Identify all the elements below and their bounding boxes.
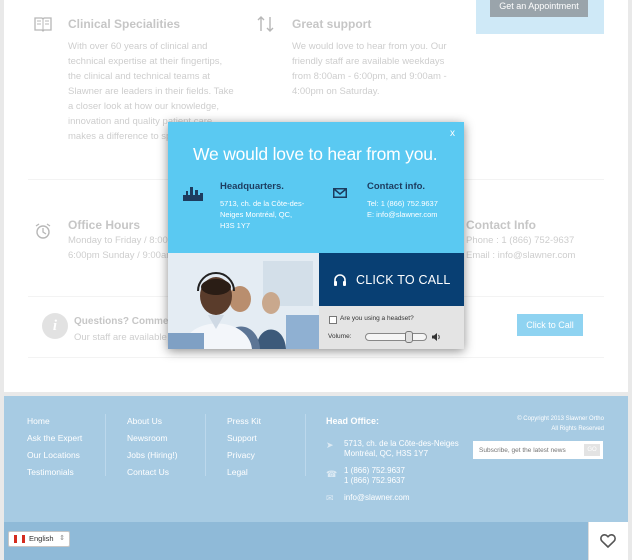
hq-address-line: Neiges Montréal, QC, bbox=[220, 210, 293, 219]
page-click-to-call-button[interactable]: Click to Call bbox=[517, 314, 583, 336]
office-email[interactable]: info@slawner.com bbox=[344, 493, 409, 503]
headset-icon bbox=[334, 274, 346, 286]
footer-link-ask-expert[interactable]: Ask the Expert bbox=[27, 433, 82, 443]
hq-address-line: H3S 1Y7 bbox=[220, 221, 251, 230]
city-skyline-icon bbox=[183, 187, 203, 201]
modal-headline: We would love to hear from you. bbox=[193, 144, 438, 164]
bottom-bar: English ⇕ bbox=[4, 522, 628, 560]
office-hours-line: 6:00pm Sunday / 9:00am - bbox=[68, 250, 180, 261]
feature-title-support: Great support bbox=[292, 17, 372, 31]
heart-icon bbox=[600, 534, 616, 548]
office-phone: 1 (866) 752.9637 bbox=[344, 466, 405, 475]
footer-divider bbox=[305, 414, 306, 476]
feature-title-contact-info: Contact Info bbox=[466, 218, 536, 232]
footer-link-home[interactable]: Home bbox=[27, 416, 50, 426]
canada-flag-icon bbox=[14, 535, 25, 543]
call-center-photo bbox=[168, 253, 319, 349]
footer-link-legal[interactable]: Legal bbox=[227, 467, 248, 477]
copyright-line: © Copyright 2013 Slawner Ortho bbox=[517, 416, 604, 422]
copyright-line: All Rights Reserved bbox=[551, 426, 604, 432]
volume-label: Volume: bbox=[328, 333, 352, 340]
office-phone: 1 (866) 752.9637 bbox=[344, 476, 405, 485]
speaker-icon bbox=[432, 333, 440, 341]
contact-phone-line: Phone : 1 (866) 752-9637 bbox=[466, 235, 575, 246]
sort-arrows-icon bbox=[257, 16, 274, 32]
headset-checkbox-label: Are you using a headset? bbox=[340, 315, 414, 322]
copyright: © Copyright 2013 Slawner Ortho All Right… bbox=[464, 414, 604, 434]
info-icon: i bbox=[42, 313, 68, 339]
headset-checkbox[interactable] bbox=[329, 316, 337, 324]
select-arrows-icon: ⇕ bbox=[59, 535, 65, 542]
office-address-line: Montréal, QC, H3S 1Y7 bbox=[344, 449, 429, 458]
contact-title: Contact info. bbox=[367, 181, 426, 192]
appointment-button[interactable]: Get an Appointment bbox=[490, 0, 588, 17]
alarm-clock-icon bbox=[35, 223, 51, 239]
language-select[interactable]: English ⇕ bbox=[8, 531, 70, 547]
close-icon[interactable]: x bbox=[450, 128, 455, 139]
footer-link-locations[interactable]: Our Locations bbox=[27, 450, 80, 460]
feature-text-support: We would love to hear from you. Our frie… bbox=[292, 41, 447, 97]
language-label: English bbox=[29, 534, 54, 543]
head-office-title: Head Office: bbox=[326, 416, 380, 426]
hq-address-line: 5713, ch. de la Côte-des- bbox=[220, 199, 305, 208]
footer-divider bbox=[105, 414, 106, 476]
phone-icon: ☎ bbox=[326, 469, 338, 479]
questions-text: Our staff are available w bbox=[74, 332, 177, 343]
wishlist-button[interactable] bbox=[588, 522, 628, 560]
footer-divider bbox=[205, 414, 206, 476]
footer: Home Ask the Expert Our Locations Testim… bbox=[4, 396, 628, 522]
envelope-icon bbox=[333, 188, 347, 198]
contact-modal: x We would love to hear from you. Headqu… bbox=[168, 122, 464, 349]
footer-link-newsroom[interactable]: Newsroom bbox=[127, 433, 168, 443]
divider bbox=[28, 357, 604, 358]
footer-link-privacy[interactable]: Privacy bbox=[227, 450, 255, 460]
contact-email-line: Email : info@slawner.com bbox=[466, 250, 576, 261]
office-hours-line: Monday to Friday / 8:00a bbox=[68, 235, 174, 246]
map-pin-icon: ➤ bbox=[326, 440, 334, 450]
footer-link-testimonials[interactable]: Testimonials bbox=[27, 467, 74, 477]
volume-slider-thumb[interactable] bbox=[405, 331, 413, 343]
envelope-icon: ✉ bbox=[326, 493, 334, 503]
footer-link-support[interactable]: Support bbox=[227, 433, 257, 443]
footer-link-jobs[interactable]: Jobs (Hiring!) bbox=[127, 450, 178, 460]
click-to-call-label: CLICK TO CALL bbox=[356, 273, 451, 287]
feature-title-clinical: Clinical Specialities bbox=[68, 17, 181, 31]
volume-slider[interactable] bbox=[365, 331, 427, 343]
office-address-line: 5713, ch. de la Côte-des-Neiges bbox=[344, 439, 459, 448]
call-settings: Are you using a headset? Volume: bbox=[319, 306, 464, 349]
hq-title: Headquarters. bbox=[220, 181, 284, 192]
contact-tel: Tel: 1 (866) 752.9637 bbox=[367, 199, 438, 208]
click-to-call-button[interactable]: CLICK TO CALL bbox=[319, 253, 464, 306]
footer-link-about[interactable]: About Us bbox=[127, 416, 162, 426]
newsletter-form: GO bbox=[473, 441, 603, 459]
contact-email: E: info@slawner.com bbox=[367, 210, 438, 219]
footer-link-contact[interactable]: Contact Us bbox=[127, 467, 169, 477]
appointment-panel: Get an Appointment bbox=[476, 0, 604, 34]
modal-header-panel: x We would love to hear from you. Headqu… bbox=[168, 122, 464, 253]
feature-title-office-hours: Office Hours bbox=[68, 218, 141, 232]
newsletter-email-input[interactable] bbox=[473, 441, 581, 459]
newsletter-submit-button[interactable]: GO bbox=[584, 444, 600, 456]
footer-link-press-kit[interactable]: Press Kit bbox=[227, 416, 261, 426]
book-icon bbox=[34, 17, 52, 32]
